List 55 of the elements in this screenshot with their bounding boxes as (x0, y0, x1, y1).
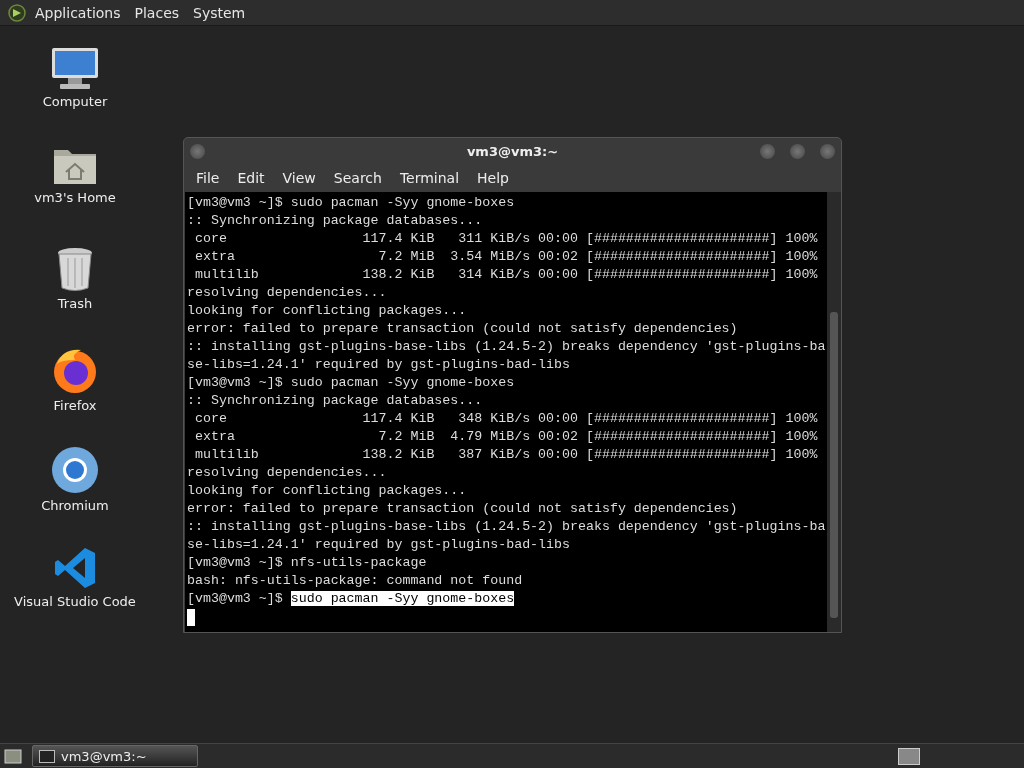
desktop-icon-label[interactable]: Firefox (53, 398, 97, 413)
panel-menu[interactable]: Applications (30, 4, 126, 21)
window-title: vm3@vm3:~ (466, 143, 559, 159)
terminal-line: :: Synchronizing package databases... (187, 212, 484, 230)
distro-logo-icon[interactable] (8, 3, 26, 22)
desktop-icon[interactable] (4, 748, 22, 764)
desktop-icon-label[interactable]: vm3's Home (34, 190, 116, 205)
maximize-button[interactable] (790, 144, 805, 159)
taskbar-button[interactable]: vm3@vm3:~ (32, 745, 198, 767)
terminal-line: error: failed to prepare transaction (could not satisfy dependencies) (187, 500, 739, 518)
workspace-switcher[interactable] (898, 747, 920, 765)
terminal-line: core 117.4 KiB 348 KiB/s 00:00 [######################] 100% (193, 410, 819, 428)
terminal-line: multilib 138.2 KiB 387 KiB/s 00:00 [######################] 100% (193, 446, 819, 464)
menu-item[interactable]: File (187, 170, 229, 187)
terminal-line: [vm3@vm3 ~]$ sudo pacman -Syy gnome-boxes (187, 194, 516, 212)
vscode-icon (53, 546, 97, 590)
menu-item[interactable]: Terminal (390, 170, 469, 187)
terminal-line: resolving dependencies... (187, 464, 388, 482)
desktop-icon-label[interactable]: Trash (57, 296, 93, 311)
monitor-icon (50, 46, 100, 90)
panel-menu[interactable]: Places (129, 4, 185, 21)
scrollbar[interactable] (827, 192, 841, 632)
terminal-line: :: installing gst-plugins-base-libs (1.24.5-2) breaks dependency 'gst-plugins-ba (187, 338, 827, 356)
terminal-line: :: installing gst-plugins-base-libs (1.24.5-2) breaks dependency 'gst-plugins-ba (187, 518, 827, 536)
desktop-icon-label[interactable]: Visual Studio Code (14, 594, 136, 609)
desktop-icon-label[interactable]: Chromium (41, 498, 109, 513)
terminal-line: :: Synchronizing package databases... (187, 392, 484, 410)
panel-menu[interactable]: System (188, 4, 251, 21)
terminal-line: se-libs=1.24.1' required by gst-plugins-bad-libs (187, 536, 571, 554)
menu-item[interactable]: Search (324, 170, 391, 187)
terminal-line: core 117.4 KiB 311 KiB/s 00:00 [######################] 100% (193, 230, 819, 248)
terminal-icon (39, 749, 55, 763)
terminal-line: resolving dependencies... (187, 284, 388, 302)
menu-item[interactable]: View (273, 170, 325, 187)
selected-text: sudo pacman -Syy gnome-boxes (290, 591, 515, 606)
desktop-icon-label[interactable]: Computer (42, 94, 108, 109)
terminal-line: extra 7.2 MiB 3.54 MiB/s 00:02 [######################] 100% (193, 248, 819, 266)
terminal-line: [vm3@vm3 ~]$ nfs-utils-package (187, 554, 428, 572)
terminal-line: looking for conflicting packages... (187, 482, 468, 500)
terminal-line: looking for conflicting packages... (187, 302, 468, 320)
terminal-line: extra 7.2 MiB 4.79 MiB/s 00:02 [######################] 100% (193, 428, 819, 446)
terminal-line: bash: nfs-utils-package: command not found (187, 572, 524, 590)
chromium-icon (51, 446, 99, 494)
trash-icon (55, 246, 95, 292)
terminal-line: [vm3@vm3 ~]$ sudo pacman -Syy gnome-boxes (187, 374, 516, 392)
minimize-button[interactable] (760, 144, 775, 159)
window-menu-button[interactable] (190, 144, 205, 159)
menu-item[interactable]: Help (468, 170, 518, 187)
terminal-line: error: failed to prepare transaction (could not satisfy dependencies) (187, 320, 739, 338)
close-button[interactable] (820, 144, 835, 159)
menu-item[interactable]: Edit (228, 170, 274, 187)
terminal-line: se-libs=1.24.1' required by gst-plugins-bad-libs (187, 356, 571, 374)
text-cursor (187, 609, 195, 626)
terminal-line: multilib 138.2 KiB 314 KiB/s 00:00 [######################] 100% (193, 266, 819, 284)
terminal-prompt: [vm3@vm3 ~]$ (187, 591, 284, 606)
